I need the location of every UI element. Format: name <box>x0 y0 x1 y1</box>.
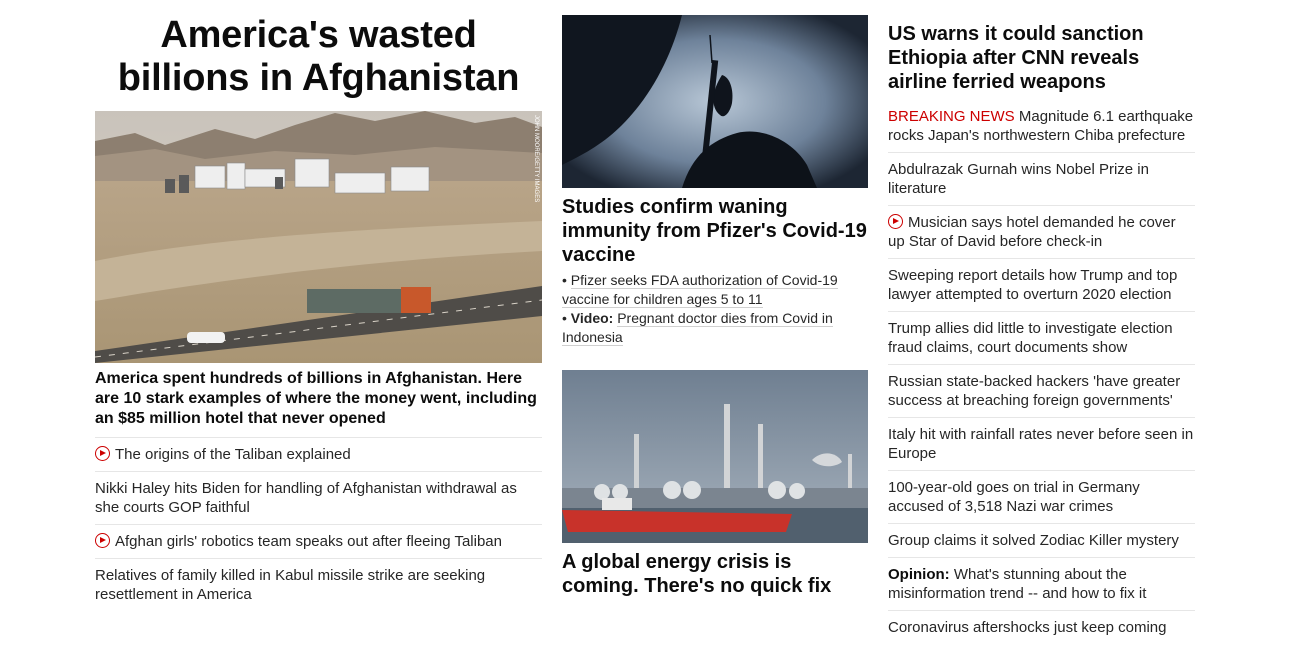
link-text[interactable]: Group claims it solved Zodiac Killer mys… <box>888 532 1179 549</box>
link-text[interactable]: Afghan girls' robotics team speaks out a… <box>115 533 502 550</box>
link-text[interactable]: Italy hit with rainfall rates never befo… <box>888 426 1193 462</box>
link-text[interactable]: Abdulrazak Gurnah wins Nobel Prize in li… <box>888 161 1149 197</box>
banner-headline[interactable]: America's wasted billions in Afghanistan <box>95 14 542 100</box>
list-item[interactable]: 100-year-old goes on trial in Germany ac… <box>888 470 1195 523</box>
list-item[interactable]: Coronavirus aftershocks just keep coming <box>888 610 1195 644</box>
afghanistan-caption[interactable]: America spent hundreds of billions in Af… <box>95 369 542 429</box>
list-item[interactable]: Trump allies did little to investigate e… <box>888 311 1195 364</box>
bullet-item[interactable]: • Pfizer seeks FDA authorization of Covi… <box>562 271 868 309</box>
afghanistan-hero-image-art: JOHN MOORE/GETTY IMAGES <box>95 111 542 363</box>
list-item[interactable]: Abdulrazak Gurnah wins Nobel Prize in li… <box>888 152 1195 205</box>
link-text[interactable]: Coronavirus aftershocks just keep coming <box>888 619 1166 636</box>
play-icon <box>95 533 110 548</box>
link-text[interactable]: Relatives of family killed in Kabul miss… <box>95 567 485 603</box>
image-credit: JOHN MOORE/GETTY IMAGES <box>533 115 539 202</box>
link-text[interactable]: Russian state-backed hackers 'have great… <box>888 373 1180 409</box>
list-item[interactable]: Musician says hotel demanded he cover up… <box>888 205 1195 258</box>
opinion-label: Opinion: <box>888 566 950 583</box>
afghanistan-related-links: The origins of the Taliban explained Nik… <box>95 437 542 611</box>
list-item[interactable]: Russian state-backed hackers 'have great… <box>888 364 1195 417</box>
list-item[interactable]: Italy hit with rainfall rates never befo… <box>888 417 1195 470</box>
link-text[interactable]: Nikki Haley hits Biden for handling of A… <box>95 480 517 516</box>
banner-headline-line2[interactable]: billions in Afghanistan <box>95 57 542 100</box>
bullet-item[interactable]: • Video: Pregnant doctor dies from Covid… <box>562 309 868 347</box>
list-item[interactable]: Sweeping report details how Trump and to… <box>888 258 1195 311</box>
list-item[interactable]: The origins of the Taliban explained <box>95 437 542 471</box>
bullet-prefix: Video: <box>570 310 614 326</box>
link-text[interactable]: The origins of the Taliban explained <box>115 446 351 463</box>
ethiopia-headline[interactable]: US warns it could sanction Ethiopia afte… <box>888 22 1195 94</box>
play-icon <box>888 214 903 229</box>
list-item[interactable]: BREAKING NEWS Magnitude 6.1 earthquake r… <box>888 100 1195 152</box>
vaccine-image-art <box>562 15 868 188</box>
link-text[interactable]: 100-year-old goes on trial in Germany ac… <box>888 479 1140 515</box>
banner-headline-line1[interactable]: America's wasted <box>95 14 542 57</box>
list-item[interactable]: Relatives of family killed in Kabul miss… <box>95 558 542 611</box>
link-text[interactable]: Trump allies did little to investigate e… <box>888 320 1173 356</box>
latest-news-list: BREAKING NEWS Magnitude 6.1 earthquake r… <box>888 100 1195 644</box>
vaccine-image[interactable] <box>562 15 868 188</box>
afghanistan-hero-image[interactable]: JOHN MOORE/GETTY IMAGES <box>95 111 542 363</box>
bullet-link[interactable]: Pfizer seeks FDA authorization of Covid-… <box>562 272 838 308</box>
list-item[interactable]: Group claims it solved Zodiac Killer mys… <box>888 523 1195 557</box>
list-item[interactable]: Nikki Haley hits Biden for handling of A… <box>95 471 542 524</box>
play-icon <box>95 446 110 461</box>
link-text[interactable]: Sweeping report details how Trump and to… <box>888 267 1177 303</box>
vaccine-headline[interactable]: Studies confirm waning immunity from Pfi… <box>562 195 868 267</box>
list-item[interactable]: Afghan girls' robotics team speaks out a… <box>95 524 542 558</box>
link-text[interactable]: Musician says hotel demanded he cover up… <box>888 214 1176 250</box>
breaking-news-label: BREAKING NEWS <box>888 108 1015 125</box>
energy-image[interactable] <box>562 370 868 543</box>
energy-headline[interactable]: A global energy crisis is coming. There'… <box>562 550 868 598</box>
vaccine-bullets: • Pfizer seeks FDA authorization of Covi… <box>562 271 868 347</box>
list-item[interactable]: Opinion: What's stunning about the misin… <box>888 557 1195 610</box>
energy-image-art <box>562 370 868 543</box>
